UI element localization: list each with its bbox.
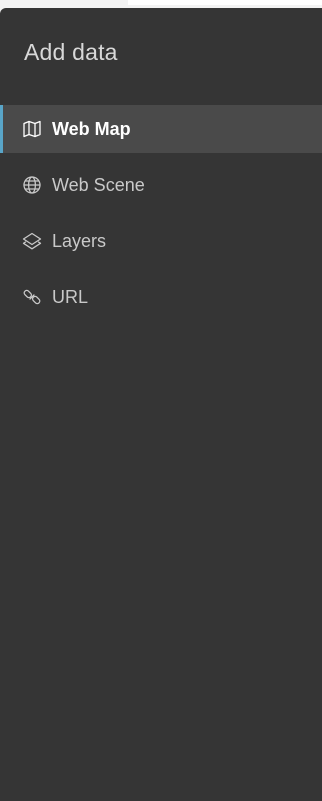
link-icon <box>21 286 43 308</box>
globe-icon <box>21 174 43 196</box>
nav-item-label: Web Map <box>52 119 131 139</box>
nav-item-url[interactable]: URL <box>0 273 322 321</box>
layers-icon <box>21 230 43 252</box>
nav-item-label: Layers <box>52 231 107 251</box>
nav-item-label: URL <box>52 287 89 307</box>
add-data-panel: Add data Web Map Web Scene Layers URL <box>0 8 322 801</box>
map-icon <box>21 118 43 140</box>
panel-title: Add data <box>24 39 118 65</box>
nav-item-web-map[interactable]: Web Map <box>0 105 322 153</box>
add-data-nav: Web Map Web Scene Layers URL <box>0 105 322 329</box>
nav-item-label: Web Scene <box>52 175 145 195</box>
window-top-strip-highlight <box>128 0 322 5</box>
nav-item-web-scene[interactable]: Web Scene <box>0 161 322 209</box>
nav-item-layers[interactable]: Layers <box>0 217 322 265</box>
